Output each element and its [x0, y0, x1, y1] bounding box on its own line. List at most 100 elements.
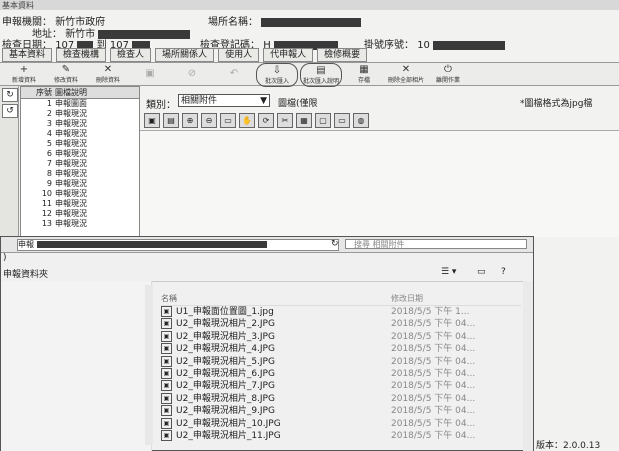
hand-icon[interactable]: ✋ — [239, 113, 255, 128]
reload-icon[interactable]: ↺ — [2, 104, 18, 118]
file-row[interactable]: ▣ U2_申報現況相片_5.JPG 2018/5/5 下午 04... — [161, 355, 521, 368]
category-label: 類別： — [146, 100, 176, 111]
col-seq[interactable]: 序號 — [21, 87, 55, 98]
image-file-icon: ▣ — [161, 380, 172, 392]
list-item[interactable]: 11 申報現況 — [21, 199, 139, 209]
view-icon[interactable]: ☰ ▾ — [441, 267, 456, 277]
refresh-icon[interactable]: ↻ — [2, 88, 18, 102]
list-item[interactable]: 13 申報現況 — [21, 219, 139, 229]
version-label: 版本：2.0.0.13 — [536, 441, 601, 451]
zoom-out-icon[interactable]: ⊖ — [201, 113, 217, 128]
exit-button[interactable]: ⏻ 離開作業 — [428, 63, 468, 85]
delete-record-button[interactable]: ✕ 刪除資料 — [88, 63, 128, 85]
category-select[interactable]: 相關附件 ▼ — [178, 94, 270, 107]
add-record-button[interactable]: + 新增資料 — [4, 63, 44, 85]
file-row[interactable]: ▣ U2_申報現況相片_8.JPG 2018/5/5 下午 04... — [161, 392, 521, 405]
image-icon[interactable]: ▣ — [144, 113, 160, 128]
file-row[interactable]: ▣ U2_申報現況相片_3.JPG 2018/5/5 下午 04... — [161, 330, 521, 343]
file-date: 2018/5/5 下午 04... — [391, 319, 476, 330]
tab-proxy-applicant[interactable]: 代申報人 — [263, 48, 314, 62]
site-name-row: 場所名稱： — [208, 13, 362, 28]
file-row[interactable]: ▣ U2_申報現況相片_11.JPG 2018/5/5 下午 04... — [161, 429, 521, 442]
file-date: 2018/5/5 下午 04... — [391, 393, 476, 404]
list-item-num: 10 — [41, 189, 52, 198]
crop-icon[interactable]: ✂ — [277, 113, 293, 128]
list-item-desc: 申報圖面 — [55, 99, 87, 108]
col-desc[interactable]: 圖檔說明 — [55, 87, 139, 98]
list-item[interactable]: 1 申報圖面 — [21, 99, 139, 109]
image-alt-icon[interactable]: ▤ — [163, 113, 179, 128]
globe-icon[interactable]: ◍ — [353, 113, 369, 128]
rotate-icon[interactable]: ⟳ — [258, 113, 274, 128]
download-icon: ⇩ — [272, 64, 282, 76]
list-item-desc: 申報現況 — [55, 149, 87, 158]
zoom-in-icon[interactable]: ⊕ — [182, 113, 198, 128]
chevron-down-icon: ▼ — [260, 96, 267, 106]
edit-record-button[interactable]: ✎ 修改資料 — [46, 63, 86, 85]
list-item[interactable]: 12 申報現況 — [21, 209, 139, 219]
col-name[interactable]: 名稱 — [161, 293, 391, 305]
file-row[interactable]: ▣ U1_申報面位置圖_1.jpg 2018/5/5 下午 1... — [161, 306, 521, 318]
tab-inspection-agency[interactable]: 檢查機構 — [56, 48, 107, 62]
list-item-num: 1 — [46, 99, 52, 108]
fit-icon[interactable]: ▭ — [220, 113, 236, 128]
list-item[interactable]: 9 申報現況 — [21, 179, 139, 189]
address-input[interactable]: 申報 — [17, 239, 339, 251]
tab-site-related-party[interactable]: 場所關係人 — [155, 48, 215, 62]
file-name-cell: ▣ U2_申報現況相片_5.JPG — [161, 355, 391, 368]
list-item[interactable]: 3 申報現況 — [21, 119, 139, 129]
search-input[interactable]: 搜尋 相關附件 — [345, 239, 527, 249]
menu-item[interactable]: ) — [1, 253, 7, 263]
tab-inspector[interactable]: 檢查人 — [110, 48, 152, 62]
gallery-icon[interactable]: ▦ — [296, 113, 312, 128]
rect-icon[interactable]: ▭ — [334, 113, 350, 128]
file-date: 2018/5/5 下午 04... — [391, 406, 476, 417]
list-item[interactable]: 4 申報現況 — [21, 129, 139, 139]
image-list: 序號 圖檔說明 1 申報圖面 2 申報現況 3 申報現況 4 申報現況 5 申報現況 6 申報現況 7 申… — [20, 86, 140, 238]
list-item[interactable]: 2 申報現況 — [21, 109, 139, 119]
file-row[interactable]: ▣ U2_申報現況相片_4.JPG 2018/5/5 下午 04... — [161, 343, 521, 355]
file-name: U2_申報現況相片_7.JPG — [176, 381, 275, 392]
cancel-tool-button[interactable]: ⊘ — [172, 63, 212, 85]
file-date: 2018/5/5 下午 04... — [391, 331, 476, 342]
file-rows: ▣ U1_申報面位置圖_1.jpg 2018/5/5 下午 1... ▣ U2_申報現況… — [161, 306, 521, 442]
list-item-desc: 申報現況 — [55, 129, 87, 138]
list-item-num: 5 — [46, 139, 52, 148]
tab-basic-info[interactable]: 基本資料 — [2, 48, 53, 62]
file-name-cell: ▣ U2_申報現況相片_9.JPG — [161, 405, 391, 417]
help-icon[interactable]: ? — [501, 267, 506, 277]
file-row[interactable]: ▣ U2_申報現況相片_6.JPG 2018/5/5 下午 04... — [161, 367, 521, 380]
col-modified[interactable]: 修改日期 — [391, 293, 521, 305]
image-filter-text: 圖檔(僅限 — [278, 99, 318, 109]
file-name: U2_申報現況相片_5.JPG — [176, 356, 275, 367]
tab-repair-summary[interactable]: 檢修概要 — [317, 48, 368, 62]
pane-icon[interactable]: ▭ — [477, 267, 486, 277]
file-row[interactable]: ▣ U2_申報現況相片_7.JPG 2018/5/5 下午 04... — [161, 380, 521, 392]
list-item[interactable]: 6 申報現況 — [21, 149, 139, 159]
file-row[interactable]: ▣ U2_申報現況相片_2.JPG 2018/5/5 下午 04... — [161, 318, 521, 330]
nav-scrollbar[interactable] — [145, 285, 153, 445]
file-row[interactable]: ▣ U2_申報現況相片_10.JPG 2018/5/5 下午 04... — [161, 417, 521, 430]
frame-icon[interactable]: ▢ — [315, 113, 331, 128]
file-row[interactable]: ▣ U2_申報現況相片_9.JPG 2018/5/5 下午 04... — [161, 405, 521, 417]
disabled-tool-button[interactable]: ▣ — [130, 63, 170, 85]
delete-all-photos-button[interactable]: ✕ 刪除全部相片 — [386, 63, 426, 85]
save-icon: ▦ — [359, 63, 369, 75]
list-item[interactable]: 8 申報現況 — [21, 169, 139, 179]
list-item[interactable]: 7 申報現況 — [21, 159, 139, 169]
list-item[interactable]: 10 申報現況 — [21, 189, 139, 199]
undo-button[interactable]: ↶ — [214, 63, 254, 85]
list-item[interactable]: 5 申報現況 — [21, 139, 139, 149]
save-button[interactable]: ▦ 存檔 — [344, 63, 384, 85]
list-item-num: 11 — [41, 199, 52, 208]
refresh-icon[interactable]: ↻ — [331, 239, 339, 249]
image-file-icon: ▣ — [161, 392, 172, 404]
file-scrollbar[interactable] — [523, 281, 533, 451]
list-item-desc: 申報現況 — [55, 189, 87, 198]
file-name: U2_申報現況相片_8.JPG — [176, 393, 275, 404]
batch-import-help-button[interactable]: ▤ 批次匯入說明 — [300, 63, 342, 87]
tab-user[interactable]: 使用人 — [218, 48, 260, 62]
image-file-icon: ▣ — [161, 343, 172, 355]
batch-import-button[interactable]: ⇩ 批次匯入 — [256, 63, 298, 87]
address-prefix: 申報 — [18, 240, 34, 249]
